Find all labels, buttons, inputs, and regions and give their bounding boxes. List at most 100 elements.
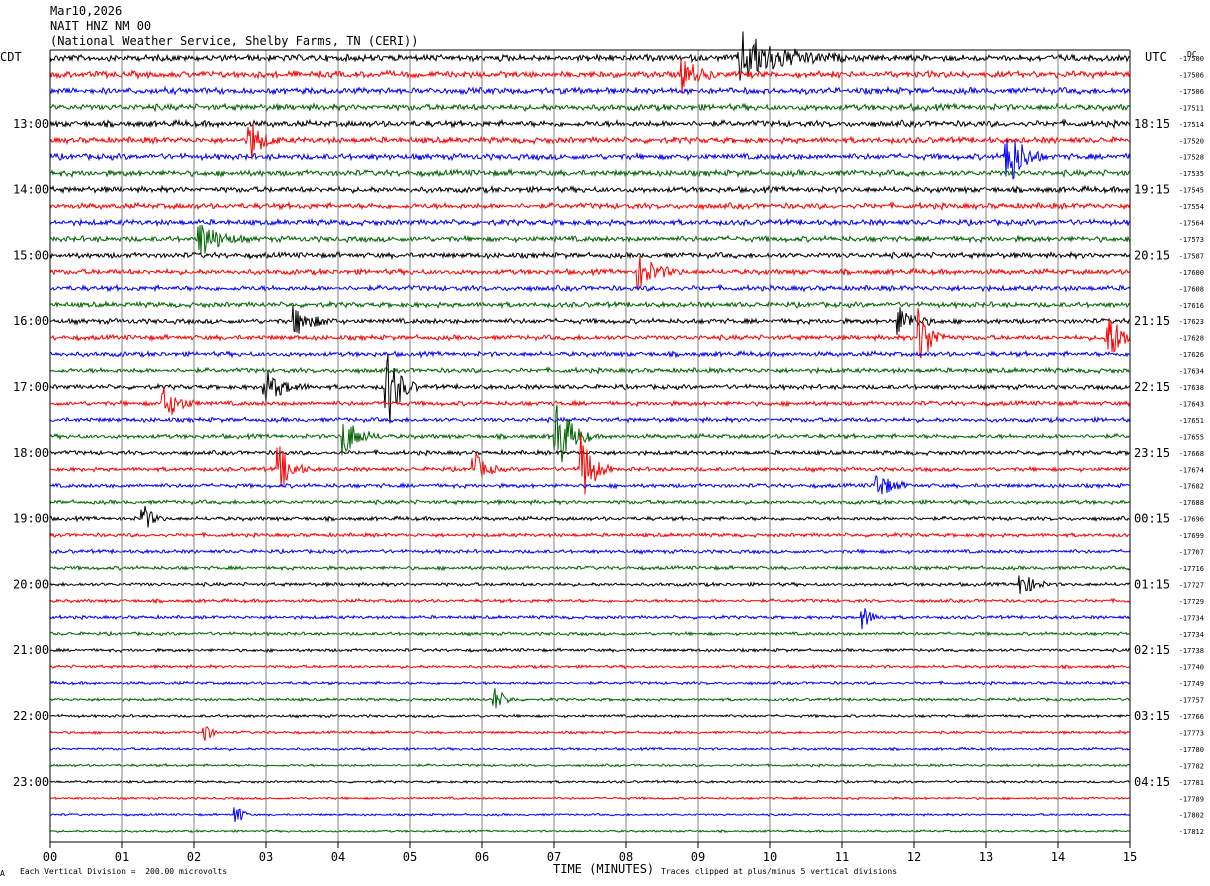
left-time-label: 13:00	[13, 117, 49, 131]
x-tick-label: 00	[43, 850, 57, 864]
trace-line	[49, 608, 1131, 630]
trace-line	[49, 118, 1131, 130]
right-time-label: 00:15	[1134, 512, 1170, 526]
trace-line	[49, 415, 1131, 425]
left-time-label: 15:00	[13, 248, 49, 262]
left-time-label: 22:00	[13, 709, 49, 723]
trace-line	[49, 564, 1131, 572]
x-tick-label: 09	[691, 850, 705, 864]
trace-offset-label: -17773	[1179, 729, 1204, 737]
trace-line	[49, 575, 1131, 595]
trace-offset-label: -17600	[1179, 269, 1204, 277]
trace-line	[49, 498, 1131, 507]
plot-axes	[49, 49, 1131, 848]
scale-note: Each Vertical Division = 200.00 microvol…	[20, 867, 228, 876]
right-time-label: 23:15	[1134, 446, 1170, 460]
trace-line	[49, 102, 1131, 113]
trace-line	[49, 386, 1131, 415]
trace-offset-label: -17506	[1179, 71, 1204, 79]
trace-line	[49, 779, 1131, 784]
trace-offset-label: -17554	[1179, 203, 1204, 211]
trace-offset-label: -17699	[1179, 532, 1204, 540]
right-time-label: 22:15	[1134, 380, 1170, 394]
trace-offset-label: -17511	[1179, 104, 1204, 112]
x-axis-title: TIME (MINUTES)	[553, 862, 655, 876]
trace-offset-label: -17781	[1179, 779, 1204, 787]
left-time-label: 14:00	[13, 183, 49, 197]
trace-line	[49, 663, 1131, 670]
right-time-label: 01:15	[1134, 577, 1170, 591]
trace-line	[49, 58, 1131, 94]
trace-line	[49, 688, 1131, 709]
trace-offset-label: -17688	[1179, 499, 1204, 507]
trace-line	[49, 308, 1131, 359]
right-time-label: 21:15	[1134, 314, 1170, 328]
right-time-label: 18:15	[1134, 117, 1170, 131]
trace-line	[49, 796, 1131, 801]
trace-offset-label: -17782	[1179, 762, 1204, 770]
x-tick-label: 01	[115, 850, 129, 864]
x-tick-label: 13	[979, 850, 993, 864]
x-tick-label: 12	[907, 850, 921, 864]
right-time-label: 04:15	[1134, 775, 1170, 789]
trace-group	[49, 31, 1131, 834]
trace-offset-label: -17628	[1179, 335, 1204, 343]
trace-offset-label: -17740	[1179, 664, 1204, 672]
trace-offset-label: -17651	[1179, 417, 1204, 425]
trace-line	[49, 85, 1131, 97]
trace-line	[49, 630, 1131, 637]
trace-offset-label: -17789	[1179, 795, 1204, 803]
trace-offset-label: -17514	[1179, 121, 1204, 129]
right-time-label: 20:15	[1134, 248, 1170, 262]
trace-line	[49, 200, 1131, 212]
trace-line	[49, 505, 1131, 528]
trace-offset-label: -17564	[1179, 220, 1204, 228]
trace-line	[49, 217, 1131, 228]
trace-line	[49, 713, 1131, 719]
trace-line	[49, 299, 1131, 310]
x-tick-label: 10	[763, 850, 777, 864]
trace-offset-label: -17573	[1179, 236, 1204, 244]
trace-line	[49, 725, 1131, 741]
trace-line	[50, 167, 1131, 179]
left-time-label: 16:00	[13, 314, 49, 328]
trace-offset-label: -17520	[1179, 137, 1204, 145]
trace-line	[49, 255, 1131, 291]
x-tick-label: 14	[1051, 850, 1065, 864]
trace-line	[49, 597, 1131, 605]
trace-offset-label: -17668	[1179, 450, 1204, 458]
trace-line	[49, 762, 1131, 768]
trace-offset-label: -17727	[1179, 581, 1204, 589]
trace-line	[49, 349, 1131, 359]
trace-line	[49, 250, 1131, 261]
trace-offset-label: -17587	[1179, 252, 1204, 260]
trace-line	[49, 680, 1131, 686]
trace-offset-label: -17634	[1179, 368, 1204, 376]
trace-offset-label: -17812	[1179, 828, 1204, 836]
trace-offset-label: -17500	[1179, 55, 1204, 63]
trace-offset-label: -17780	[1179, 746, 1204, 754]
trace-offset-label: -17734	[1179, 614, 1204, 622]
x-tick-label: 04	[331, 850, 345, 864]
trace-line	[49, 123, 1131, 160]
trace-offset-label: -17616	[1179, 302, 1204, 310]
trace-offset-label: -17528	[1179, 154, 1204, 162]
trace-offset-label: -17643	[1179, 400, 1204, 408]
trace-line	[49, 448, 1131, 457]
trace-line	[49, 474, 1131, 495]
left-time-label: 21:00	[13, 643, 49, 657]
corner-mark: A	[0, 869, 5, 878]
right-time-label: 03:15	[1134, 709, 1170, 723]
x-tick-label: 06	[475, 850, 489, 864]
trace-offset-label: -17506	[1179, 88, 1204, 96]
trace-offset-label: -17749	[1179, 680, 1204, 688]
trace-offset-label: -17535	[1179, 170, 1204, 178]
trace-offset-label: -17802	[1179, 812, 1204, 820]
trace-offset-label: -17545	[1179, 187, 1204, 195]
trace-offset-label: -17734	[1179, 631, 1204, 639]
trace-offset-label: -17707	[1179, 549, 1204, 557]
left-time-label: 17:00	[13, 380, 49, 394]
trace-line	[49, 547, 1131, 555]
trace-line	[49, 746, 1131, 752]
trace-offset-label: -17638	[1179, 384, 1204, 392]
